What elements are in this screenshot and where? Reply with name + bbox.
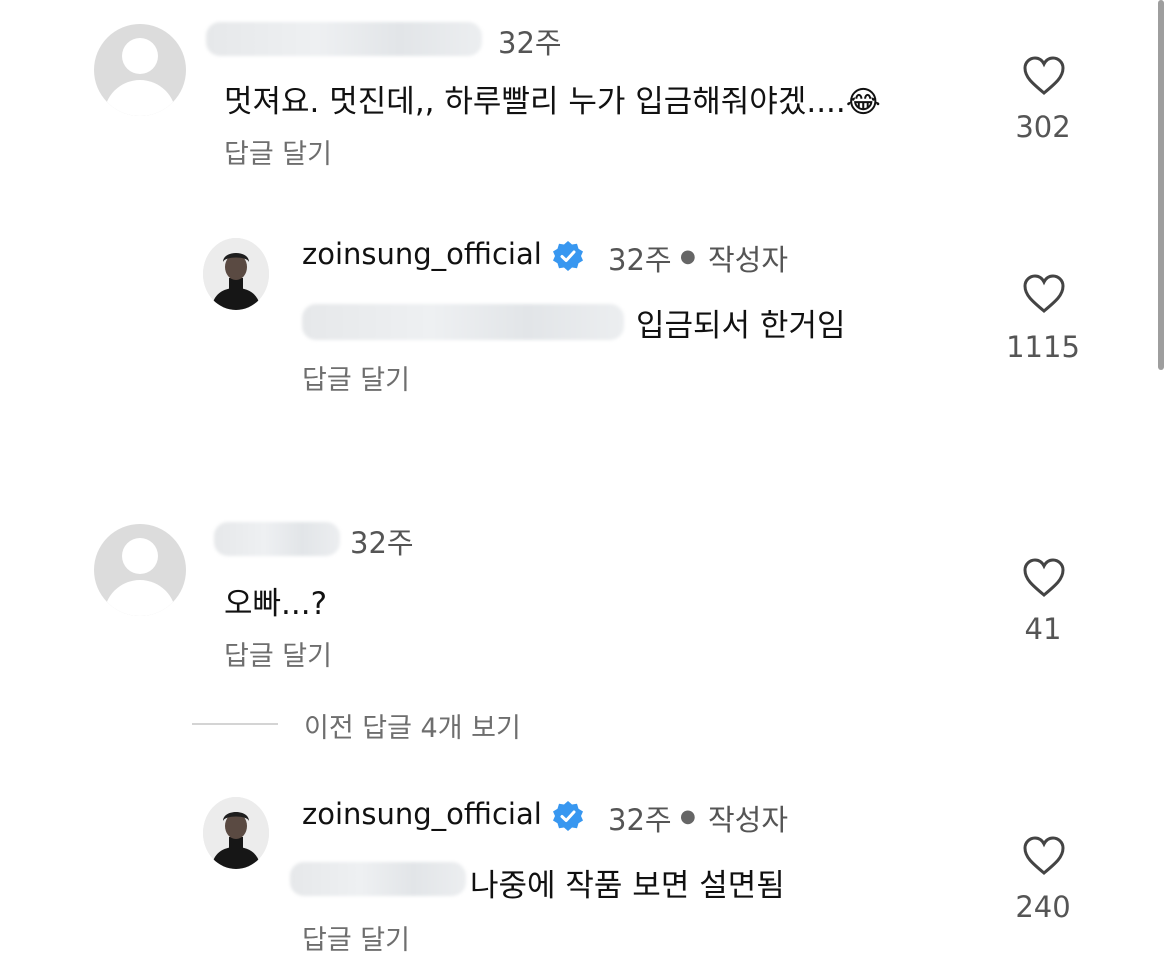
comment-text: 오빠...? — [224, 586, 328, 622]
comment-text: 입금되서 한거임 — [636, 308, 846, 344]
blurred-mention — [290, 862, 466, 896]
scrollbar[interactable] — [1158, 0, 1164, 370]
comment-time: 32주 — [608, 243, 672, 277]
reply-button[interactable]: 답글 달기 — [224, 634, 332, 673]
blurred-mention — [302, 304, 624, 340]
blurred-username — [206, 22, 482, 56]
comment-text: 나중에 작품 보면 설면됨 — [470, 868, 785, 904]
username[interactable]: zoinsung_official — [302, 797, 542, 831]
like-count: 41 — [1024, 612, 1062, 646]
comment-time: 32주 — [608, 803, 672, 837]
comment-text: 멋져요. 멋진데,, 하루빨리 누가 입금해줘야겠....😂 — [224, 84, 881, 120]
comment-time: 32주 — [498, 26, 562, 60]
like-button[interactable] — [1022, 558, 1066, 598]
reply-button[interactable]: 답글 달기 — [302, 918, 410, 957]
like-count: 302 — [1015, 110, 1071, 144]
like-count: 1115 — [1006, 330, 1080, 364]
like-button[interactable] — [1022, 836, 1066, 876]
separator-dot: ● — [680, 806, 696, 827]
blurred-username — [214, 522, 340, 556]
reply-button[interactable]: 답글 달기 — [224, 132, 332, 171]
heart-icon — [1023, 56, 1065, 95]
default-avatar-icon[interactable] — [94, 24, 186, 116]
default-avatar-icon[interactable] — [94, 524, 186, 616]
separator-dot: ● — [680, 246, 696, 267]
heart-icon — [1023, 274, 1065, 313]
verified-badge-icon — [552, 800, 584, 836]
username[interactable]: zoinsung_official — [302, 237, 542, 271]
comment-time: 32주 — [350, 526, 414, 560]
like-count: 240 — [1015, 890, 1071, 924]
like-button[interactable] — [1022, 56, 1066, 96]
laughing-emoji-icon: 😂 — [845, 85, 881, 120]
heart-icon — [1023, 836, 1065, 875]
avatar[interactable] — [203, 238, 269, 310]
heart-icon — [1023, 558, 1065, 597]
author-badge: 작성자 — [708, 243, 789, 277]
author-badge: 작성자 — [708, 803, 789, 837]
reply-button[interactable]: 답글 달기 — [302, 358, 410, 397]
like-button[interactable] — [1022, 274, 1066, 314]
avatar[interactable] — [203, 797, 269, 869]
verified-badge-icon — [552, 240, 584, 276]
view-previous-replies-button[interactable]: 이전 답글 4개 보기 — [304, 706, 521, 745]
thread-line — [192, 723, 278, 725]
